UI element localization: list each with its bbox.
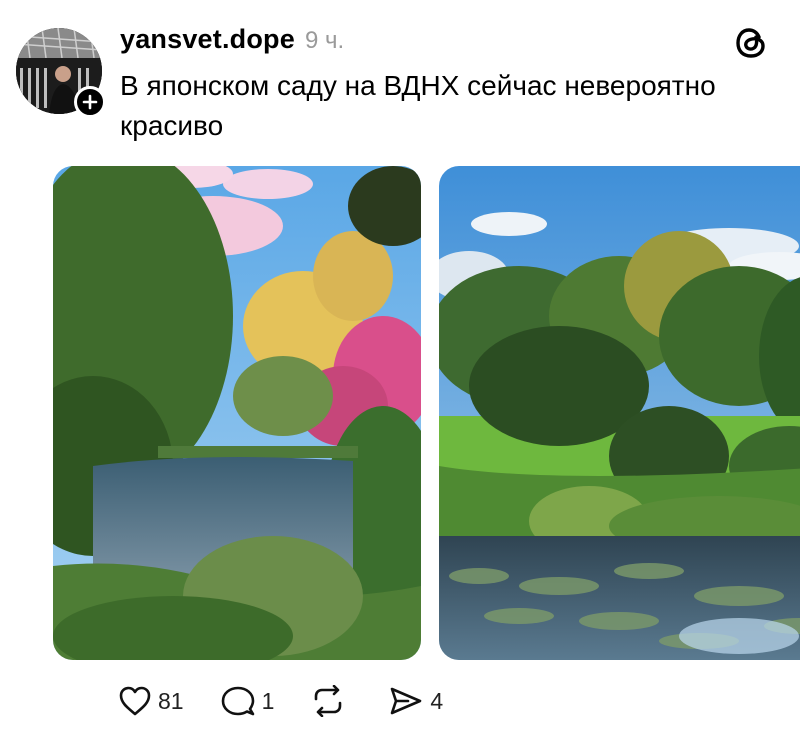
share-button[interactable]: 4 <box>388 685 443 717</box>
username[interactable]: yansvet.dope <box>120 24 295 55</box>
media-carousel[interactable] <box>53 166 800 660</box>
post-text: В японском саду на ВДНХ сейчас невероятн… <box>120 70 716 141</box>
action-bar: 81 1 4 <box>118 685 479 717</box>
send-icon <box>391 687 422 715</box>
reply-count: 1 <box>261 687 275 714</box>
like-count: 81 <box>158 687 184 714</box>
repost-button[interactable] <box>310 685 352 717</box>
post-time: 9 ч. <box>304 27 345 54</box>
share-count: 4 <box>430 687 444 714</box>
repost-icon <box>315 685 342 717</box>
heart-icon <box>119 686 151 716</box>
comment-bubble-icon <box>221 686 254 716</box>
plus-icon <box>82 94 98 110</box>
photo-japanese-garden-pond-2[interactable] <box>439 166 800 660</box>
follow-button[interactable] <box>74 86 106 118</box>
like-button[interactable]: 81 <box>118 685 184 717</box>
post-header: yansvet.dope 9 ч. <box>120 24 344 55</box>
photo-japanese-garden-pond-1[interactable] <box>53 166 421 660</box>
reply-button[interactable]: 1 <box>220 685 275 717</box>
threads-logo-icon[interactable] <box>732 24 770 62</box>
